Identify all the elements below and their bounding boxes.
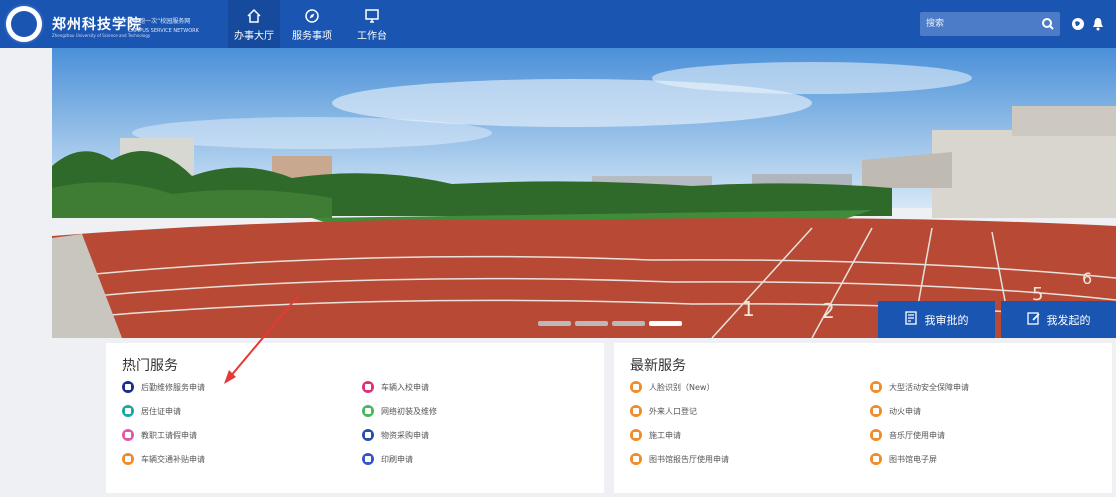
annotation-arrow [224, 295, 299, 384]
